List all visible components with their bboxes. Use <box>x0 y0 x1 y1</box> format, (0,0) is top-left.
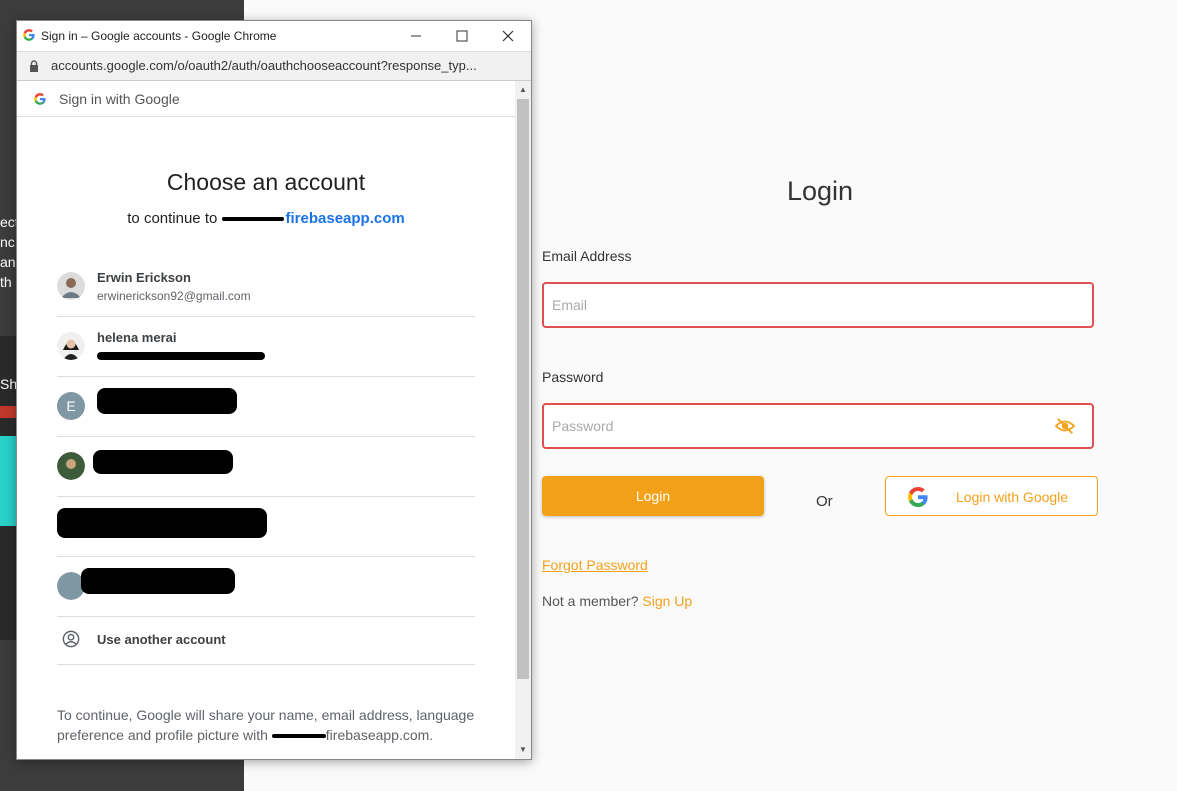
popup-content: Sign in with Google Choose an account to… <box>17 81 515 759</box>
continue-prefix: to continue to <box>127 210 218 227</box>
continue-app-domain: firebaseapp.com <box>285 210 405 227</box>
email-label: Email Address <box>542 248 632 264</box>
footer-app: firebaseapp.com. <box>325 727 434 743</box>
redaction-scribble <box>81 568 235 594</box>
continue-to-text: to continue to firebaseapp.com <box>17 210 515 227</box>
account-item[interactable]: helena merai <box>57 316 475 377</box>
use-another-account-label: Use another account <box>97 632 226 647</box>
redacted-space <box>271 730 326 740</box>
google-icon <box>908 487 928 507</box>
account-item[interactable]: Erwin Erickson erwinerickson92@gmail.com <box>57 256 475 317</box>
account-name: Erwin Erickson <box>97 270 191 285</box>
sign-up-link[interactable]: Sign Up <box>642 593 692 609</box>
google-icon <box>34 93 46 105</box>
window-titlebar[interactable]: Sign in – Google accounts - Google Chrom… <box>17 21 531 51</box>
password-field[interactable] <box>544 405 1032 447</box>
account-name: helena merai <box>97 330 177 345</box>
not-member-text: Not a member? Sign Up <box>542 593 692 609</box>
lock-icon <box>30 60 38 72</box>
account-item[interactable] <box>57 496 475 557</box>
password-label: Password <box>542 369 604 385</box>
redaction-scribble <box>97 388 237 414</box>
forgot-password-link[interactable]: Forgot Password <box>542 557 648 573</box>
signin-header-text: Sign in with Google <box>59 91 180 107</box>
account-email: erwinerickson92@gmail.com <box>97 289 251 303</box>
scroll-down-icon[interactable]: ▼ <box>519 745 527 754</box>
use-another-account[interactable]: Use another account <box>57 616 475 665</box>
redaction-scribble <box>93 450 233 474</box>
avatar <box>57 272 85 300</box>
password-field-wrapper <box>542 403 1094 449</box>
eye-off-icon[interactable] <box>1054 417 1076 435</box>
not-member-label: Not a member? <box>542 593 639 609</box>
background-snippet: Sh <box>0 376 18 392</box>
login-title: Login <box>786 176 854 206</box>
avatar-initial: E <box>57 392 85 420</box>
window-title: Sign in – Google accounts - Google Chrom… <box>41 29 277 43</box>
consent-footer: To continue, Google will share your name… <box>57 705 487 745</box>
redaction-scribble <box>221 217 284 221</box>
scrollbar-thumb[interactable] <box>517 99 529 679</box>
scroll-up-icon[interactable]: ▲ <box>519 85 527 94</box>
email-field[interactable] <box>544 284 1032 326</box>
redaction-scribble <box>271 734 326 738</box>
minimize-icon[interactable] <box>407 27 425 45</box>
email-field-wrapper <box>542 282 1094 328</box>
or-separator: Or <box>816 493 833 510</box>
continue-app-name: firebaseapp.com <box>221 210 405 227</box>
avatar <box>57 332 85 360</box>
redaction-scribble <box>57 508 267 538</box>
account-item[interactable] <box>57 556 475 617</box>
avatar <box>57 452 85 480</box>
url-text[interactable]: accounts.google.com/o/oauth2/auth/oauthc… <box>51 58 477 73</box>
login-with-google-button[interactable]: Login with Google <box>885 476 1098 516</box>
background-red-block <box>0 406 16 418</box>
background-thumbnail: Sh <box>0 336 18 640</box>
google-signin-popup: Sign in – Google accounts - Google Chrom… <box>16 20 532 760</box>
account-item[interactable] <box>57 436 475 497</box>
redaction-scribble <box>97 352 265 360</box>
scrollbar[interactable]: ▲ ▼ <box>515 81 531 759</box>
choose-account-heading: Choose an account <box>166 169 366 195</box>
account-circle-icon <box>62 630 80 648</box>
login-button[interactable]: Login <box>542 476 764 516</box>
maximize-icon[interactable] <box>453 27 471 45</box>
account-item[interactable]: E <box>57 376 475 437</box>
background-teal-block <box>0 436 16 526</box>
google-button-label: Login with Google <box>956 489 1069 505</box>
signin-header: Sign in with Google <box>17 81 515 117</box>
close-icon[interactable] <box>499 27 517 45</box>
address-bar[interactable]: accounts.google.com/o/oauth2/auth/oauthc… <box>17 51 531 81</box>
google-icon <box>23 29 35 41</box>
